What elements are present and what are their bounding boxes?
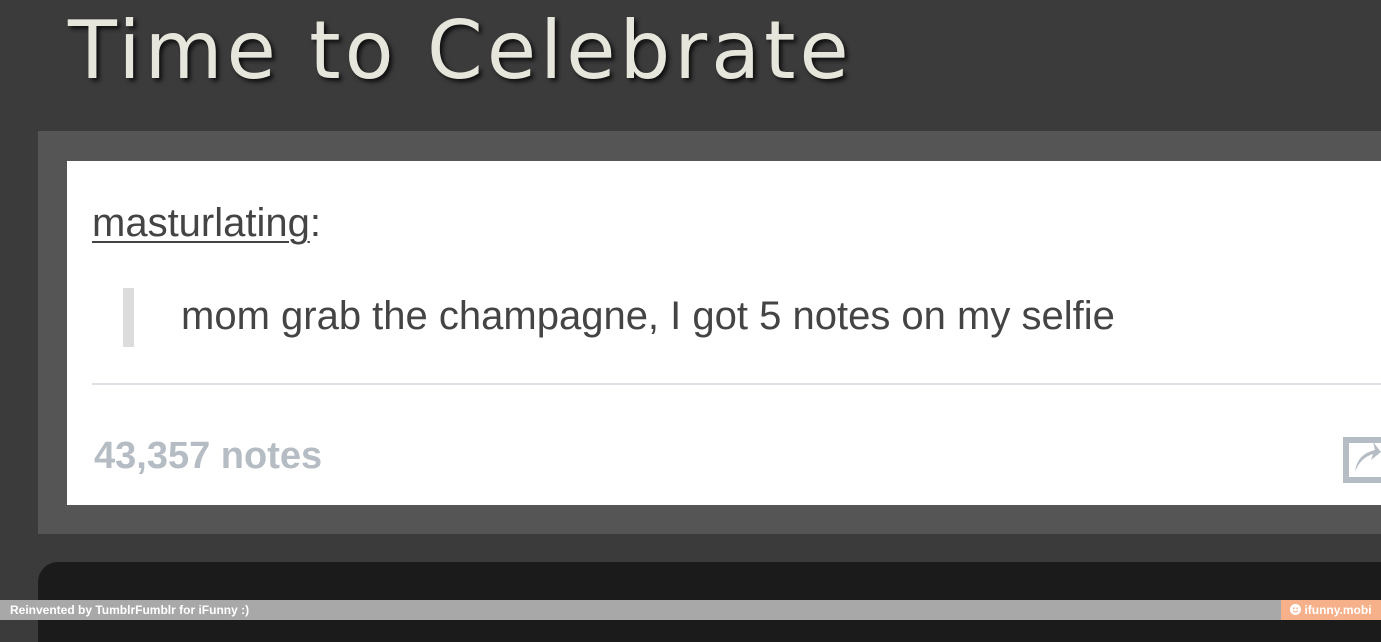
post-quote: mom grab the champagne, I got 5 notes on…	[181, 294, 1115, 338]
smiley-icon	[1290, 601, 1302, 621]
notes-count[interactable]: 43,357 notes	[94, 435, 322, 478]
watermark-bar: Reinvented by TumblrFumblr for iFunny :)…	[0, 600, 1381, 620]
reblog-icon[interactable]	[1343, 436, 1381, 484]
post-author-colon: :	[309, 201, 321, 245]
post-divider	[92, 383, 1381, 385]
blockquote-bar	[123, 288, 134, 347]
watermark-site: ifunny.mobi	[1281, 600, 1381, 620]
post-author-line: masturlating:	[92, 201, 321, 246]
text-post: masturlating: mom grab the champagne, I …	[67, 161, 1381, 505]
reblog-icon-graphic	[1343, 437, 1381, 483]
post-author-link[interactable]: masturlating	[92, 201, 310, 245]
watermark-credit: Reinvented by TumblrFumblr for iFunny :)	[10, 603, 250, 617]
blog-title: Time to Celebrate	[68, 4, 853, 97]
watermark-site-label: ifunny.mobi	[1304, 603, 1372, 617]
